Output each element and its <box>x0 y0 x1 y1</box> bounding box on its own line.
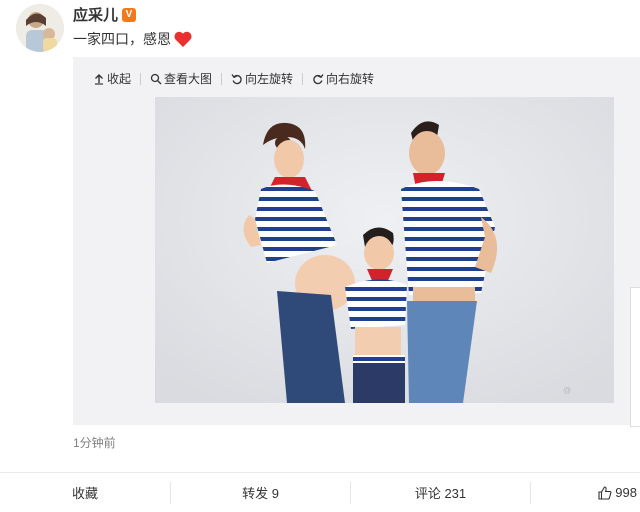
toolbar-divider <box>140 72 142 85</box>
rotate-right-label: 向右旋转 <box>326 72 375 86</box>
favorite-button[interactable]: 收藏 <box>0 483 170 503</box>
collapse-icon <box>95 73 103 85</box>
post-photo[interactable]: @ <box>155 97 614 403</box>
rotate-right-icon <box>313 73 324 84</box>
view-large-button[interactable]: 查看大图 <box>150 70 212 87</box>
like-button[interactable]: 998 <box>531 483 640 503</box>
verified-badge-icon: V <box>122 7 137 22</box>
toolbar-divider <box>221 72 223 85</box>
family-photo-image: @ <box>155 97 614 403</box>
author-name[interactable]: 应采儿 <box>73 4 118 25</box>
action-bar: 收藏 转发 9 评论 231 998 <box>0 472 640 512</box>
repost-label: 转发 9 <box>242 486 279 501</box>
repost-button[interactable]: 转发 9 <box>171 483 350 503</box>
photo-watermark: @ <box>563 386 571 395</box>
side-panel-edge <box>630 287 640 427</box>
rotate-left-button[interactable]: 向左旋转 <box>231 70 293 87</box>
heart-icon <box>174 31 192 47</box>
media-box: 收起 查看大图 向左旋转 向右旋转 @ <box>73 57 640 425</box>
post-text: 一家四口，感恩 <box>73 29 193 49</box>
toolbar-divider <box>302 72 304 85</box>
favorite-label: 收藏 <box>71 486 98 501</box>
collapse-button[interactable]: 收起 <box>93 70 131 87</box>
avatar[interactable] <box>16 4 64 52</box>
collapse-label: 收起 <box>107 72 132 86</box>
rotate-right-button[interactable]: 向右旋转 <box>312 70 374 87</box>
rotate-left-icon <box>231 73 242 84</box>
author-row: 应采儿 V <box>73 4 137 25</box>
search-icon <box>150 73 162 84</box>
comment-label: 评论 231 <box>414 486 467 501</box>
like-count: 998 <box>615 485 637 500</box>
rotate-left-label: 向左旋转 <box>245 72 294 86</box>
post-timestamp[interactable]: 1分钟前 <box>73 434 116 451</box>
media-toolbar: 收起 查看大图 向左旋转 向右旋转 <box>93 70 374 87</box>
view-large-label: 查看大图 <box>164 72 213 86</box>
post-text-content: 一家四口，感恩 <box>73 31 171 47</box>
thumbs-up-icon <box>598 485 612 500</box>
avatar-image <box>16 4 64 52</box>
comment-button[interactable]: 评论 231 <box>351 483 530 503</box>
